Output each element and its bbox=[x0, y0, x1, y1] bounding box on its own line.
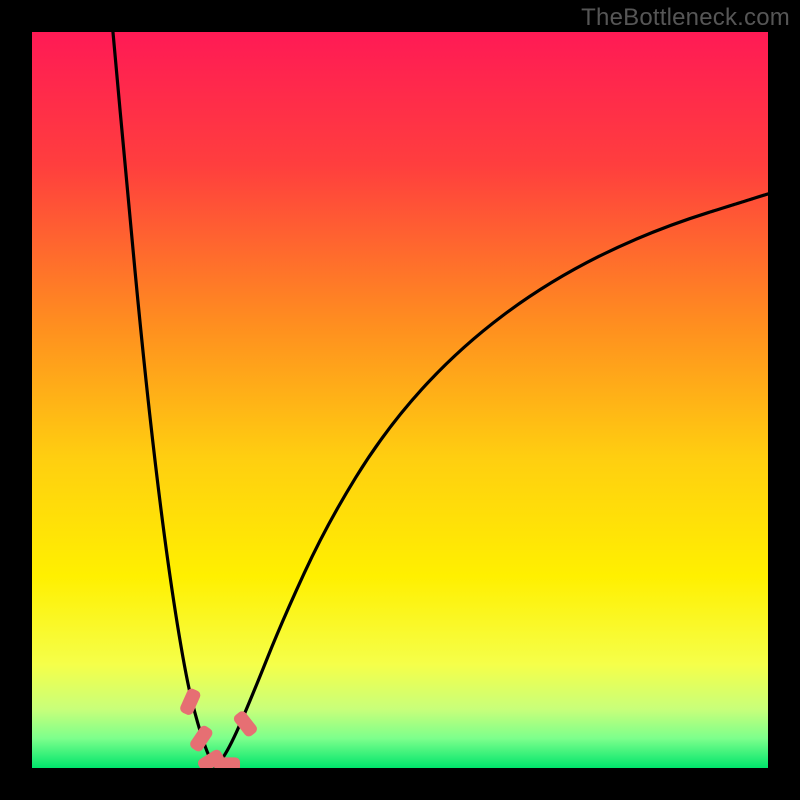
chart-svg bbox=[32, 32, 768, 768]
plot-area bbox=[32, 32, 768, 768]
outer-frame: TheBottleneck.com bbox=[0, 0, 800, 800]
watermark-text: TheBottleneck.com bbox=[581, 4, 790, 32]
gradient-background bbox=[32, 32, 768, 768]
marker bbox=[214, 757, 240, 768]
